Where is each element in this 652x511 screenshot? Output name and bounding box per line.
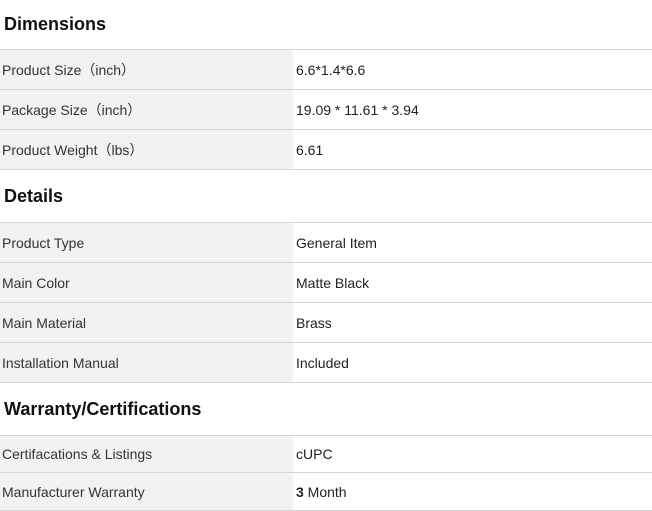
table-row: Manufacturer Warranty 3 Month bbox=[0, 472, 652, 511]
table-row: Product Size（inch） 6.6*1.4*6.6 bbox=[0, 49, 652, 90]
table-row: Main Material Brass bbox=[0, 302, 652, 343]
main-color-label: Main Color bbox=[0, 262, 293, 303]
details-table: Product Type General Item Main Color Mat… bbox=[0, 222, 652, 383]
table-row: Package Size（inch） 19.09 * 11.61 * 3.94 bbox=[0, 89, 652, 130]
warranty-unit: Month bbox=[303, 483, 347, 500]
section-heading-warranty-certifications: Warranty/Certifications bbox=[4, 398, 202, 419]
table-row: Product Type General Item bbox=[0, 222, 652, 263]
manufacturer-warranty-value: 3 Month bbox=[293, 472, 652, 511]
package-size-value: 19.09 * 11.61 * 3.94 bbox=[293, 89, 652, 130]
certifications-listings-label: Certifacations & Listings bbox=[0, 435, 293, 473]
installation-manual-label: Installation Manual bbox=[0, 342, 293, 383]
product-type-value: General Item bbox=[293, 222, 652, 263]
main-color-value: Matte Black bbox=[293, 262, 652, 303]
installation-manual-value: Included bbox=[293, 342, 652, 383]
section-heading-details: Details bbox=[4, 185, 64, 206]
warranty-number: 3 bbox=[296, 483, 304, 500]
section-heading-dimensions: Dimensions bbox=[4, 14, 107, 34]
dimensions-table: Product Size（inch） 6.6*1.4*6.6 Package S… bbox=[0, 49, 652, 170]
manufacturer-warranty-label: Manufacturer Warranty bbox=[0, 472, 293, 511]
table-row: Product Weight（lbs） 6.61 bbox=[0, 129, 652, 170]
product-weight-value: 6.61 bbox=[293, 129, 652, 170]
package-size-label: Package Size（inch） bbox=[0, 89, 293, 130]
warranty-table: Certifacations & Listings cUPC Manufactu… bbox=[0, 435, 652, 511]
product-size-value: 6.6*1.4*6.6 bbox=[293, 49, 652, 90]
main-material-label: Main Material bbox=[0, 302, 293, 343]
certifications-listings-value: cUPC bbox=[293, 435, 652, 473]
main-material-value: Brass bbox=[293, 302, 652, 343]
table-row: Installation Manual Included bbox=[0, 342, 652, 383]
product-type-label: Product Type bbox=[0, 222, 293, 263]
table-row: Main Color Matte Black bbox=[0, 262, 652, 303]
table-row: Certifacations & Listings cUPC bbox=[0, 435, 652, 473]
product-weight-label: Product Weight（lbs） bbox=[0, 129, 293, 170]
product-size-label: Product Size（inch） bbox=[0, 49, 293, 90]
